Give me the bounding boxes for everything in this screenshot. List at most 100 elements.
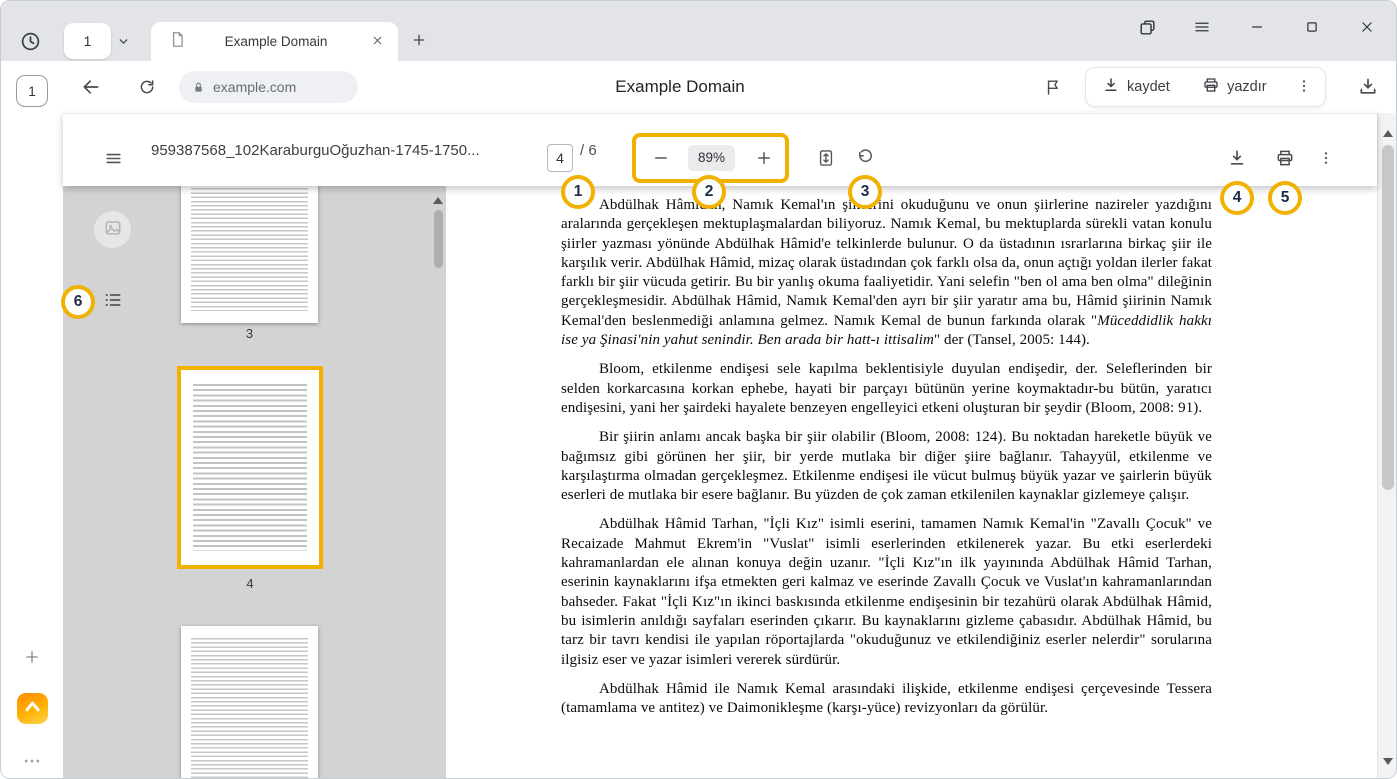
annotation-badge-6: 6	[61, 285, 95, 319]
minus-icon	[652, 149, 670, 167]
thumbnails-view-button[interactable]	[94, 211, 131, 248]
scrollbar-thumb[interactable]	[434, 210, 443, 268]
print-page-button[interactable]: yazdır	[1192, 68, 1277, 106]
url-text: example.com	[213, 79, 296, 95]
hamburger-menu-icon	[104, 149, 123, 168]
annotation-badge-1: 1	[561, 175, 595, 209]
page-thumbnail-3[interactable]	[181, 186, 318, 323]
tab-title: Example Domain	[196, 34, 356, 49]
reload-button[interactable]	[132, 72, 162, 102]
pdf-toolbar: 959387568_102KaraburguOğuzhan-1745-1750.…	[63, 113, 1377, 186]
page-actions-more-button[interactable]	[1289, 68, 1319, 106]
browser-logo[interactable]	[17, 693, 48, 724]
pdf-content-area: 3 4 Abdülhak Hâmıd'in, Namık Kemal'ın şi…	[63, 186, 1377, 778]
download-icon	[1102, 76, 1120, 98]
logo-mark-icon	[21, 695, 44, 723]
zoom-in-button[interactable]	[748, 142, 780, 174]
outline-view-button[interactable]	[94, 283, 131, 320]
maximize-icon	[1303, 18, 1321, 36]
plus-icon	[23, 648, 41, 666]
thumbnail-text-preview	[193, 384, 307, 551]
document-paragraph: Bloom, etkilenme endişesi sele kapılma b…	[561, 360, 1212, 418]
document-paragraph: Abdülhak Hâmıd'in, Namık Kemal'ın şiirle…	[561, 196, 1212, 350]
sidebar-more-button[interactable]	[17, 749, 47, 773]
scrollbar-thumb[interactable]	[1382, 145, 1394, 490]
url-bar[interactable]: example.com	[179, 71, 358, 103]
browser-menu-button[interactable]	[1187, 12, 1217, 42]
download-icon	[1227, 148, 1247, 168]
history-button[interactable]	[15, 26, 45, 56]
panels-icon	[1138, 18, 1157, 37]
pdf-more-button[interactable]	[1310, 142, 1342, 174]
annotation-badge-2: 2	[692, 175, 726, 209]
annotation-badge-4: 4	[1220, 181, 1254, 215]
annotation-badge-5: 5	[1268, 181, 1302, 215]
page-favicon-icon	[169, 31, 186, 53]
pdf-filename: 959387568_102KaraburguOğuzhan-1745-1750.…	[151, 114, 480, 187]
printer-icon	[1275, 148, 1295, 168]
page-title: Example Domain	[615, 61, 744, 113]
thumbnail-scrollbar[interactable]	[431, 192, 445, 322]
workspace-tab[interactable]: 1	[64, 23, 111, 59]
titlebar: 1 Example Domain	[1, 1, 1396, 61]
image-icon	[103, 218, 123, 241]
plus-icon	[411, 32, 427, 48]
back-button[interactable]	[76, 72, 106, 102]
scroll-up-arrow[interactable]	[433, 192, 443, 204]
page-thumbnail-4-selected[interactable]	[177, 366, 323, 569]
rotate-button[interactable]	[849, 142, 881, 174]
new-tab-button[interactable]	[405, 26, 433, 54]
main-scrollbar[interactable]	[1377, 113, 1397, 778]
sidebar-rail: 1	[1, 61, 63, 778]
save-page-button[interactable]: kaydet	[1092, 68, 1180, 106]
thumbnail-label: 4	[177, 576, 323, 591]
download-tray-icon	[1358, 77, 1378, 97]
workspace-tab-label: 1	[84, 33, 92, 49]
close-icon	[1358, 18, 1376, 36]
page-actions-card: kaydet yazdır	[1085, 67, 1326, 107]
downloads-button[interactable]	[1353, 72, 1383, 102]
document-paragraph: Bir şiirin anlamı ancak başka bir şiir o…	[561, 428, 1212, 505]
thumbnail-label: 3	[181, 326, 318, 341]
tab-panels-button[interactable]	[1132, 12, 1162, 42]
fit-to-page-button[interactable]	[810, 142, 842, 174]
rotate-ccw-icon	[856, 149, 874, 167]
chevron-down-icon	[117, 35, 130, 48]
thumbnail-text-preview	[191, 186, 308, 311]
pdf-page: Abdülhak Hâmıd'in, Namık Kemal'ın şiirle…	[446, 186, 1377, 778]
sidebar-add-button[interactable]	[17, 642, 47, 672]
scroll-up-arrow[interactable]	[1383, 125, 1393, 137]
document-paragraph: Abdülhak Hâmid ile Namık Kemal arasındak…	[561, 680, 1212, 719]
arrow-left-icon	[81, 77, 101, 97]
document-text: Abdülhak Hâmıd'in, Namık Kemal'ın şiirle…	[561, 196, 1212, 718]
annotation-badge-3: 3	[848, 175, 882, 209]
pdf-download-button[interactable]	[1221, 142, 1253, 174]
window-close-button[interactable]	[1352, 12, 1382, 42]
pdf-page-number-input[interactable]: 4	[547, 144, 573, 172]
plus-icon	[755, 149, 773, 167]
save-page-label: kaydet	[1127, 79, 1170, 95]
zoom-out-button[interactable]	[645, 142, 677, 174]
browser-window: 1 Example Domain	[0, 0, 1397, 779]
ellipsis-icon	[22, 751, 42, 771]
clock-icon	[20, 31, 41, 52]
bookmark-flag-icon	[1043, 78, 1062, 97]
scroll-down-arrow[interactable]	[1383, 758, 1393, 770]
kebab-menu-icon	[1296, 78, 1312, 97]
window-minimize-button[interactable]	[1242, 12, 1272, 42]
workspace-dropdown-button[interactable]	[111, 29, 135, 53]
bookmark-button[interactable]	[1037, 72, 1067, 102]
page-thumbnail-5[interactable]	[181, 626, 318, 778]
fit-page-icon	[816, 148, 836, 168]
list-outline-icon	[103, 290, 123, 313]
sidebar-workspace-label: 1	[28, 84, 36, 99]
thumbnail-text-preview	[191, 638, 308, 778]
minimize-icon	[1248, 18, 1266, 36]
pdf-print-button[interactable]	[1269, 142, 1301, 174]
window-maximize-button[interactable]	[1297, 12, 1327, 42]
kebab-menu-icon	[1318, 150, 1334, 166]
sidebar-workspace-tab[interactable]: 1	[16, 75, 48, 107]
tab-close-button[interactable]	[366, 31, 388, 53]
browser-tab[interactable]: Example Domain	[151, 22, 398, 61]
pdf-sidebar-toggle-button[interactable]	[97, 142, 129, 174]
